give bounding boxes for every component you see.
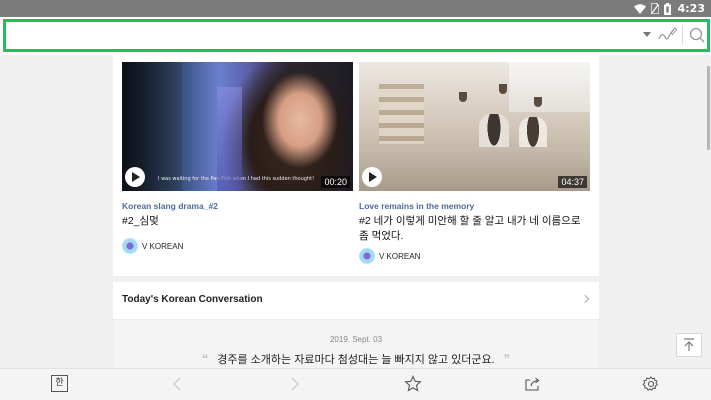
status-icons: 4:23 [633, 0, 705, 17]
play-icon[interactable] [362, 167, 382, 187]
video-title[interactable]: #2 네가 이렇게 미안해 할 줄 알고 내가 네 이름으로 좀 먹었다. [359, 214, 590, 244]
channel-logo-icon [359, 248, 375, 264]
battery-icon [663, 2, 671, 15]
video-duration: 04:37 [558, 176, 587, 188]
bottom-nav: 한 [0, 368, 711, 400]
arrow-up-icon [684, 338, 694, 351]
channel-info[interactable]: V KOREAN [122, 238, 353, 254]
video-item[interactable]: I was waiting for the Pan-Fish when I ha… [122, 62, 353, 254]
chevron-right-icon[interactable] [580, 294, 590, 304]
search-box[interactable] [3, 19, 710, 52]
video-thumbnail[interactable]: 04:37 [359, 62, 590, 191]
video-duration: 00:20 [321, 176, 350, 188]
search-separator [682, 26, 683, 45]
status-bar: 4:23 [0, 0, 711, 17]
settings-icon[interactable] [642, 375, 660, 393]
star-icon[interactable] [404, 375, 422, 393]
channel-logo-icon [122, 238, 138, 254]
close-quote-icon: ❞ [503, 352, 511, 366]
channel-name: V KOREAN [142, 241, 184, 251]
back-to-top-button[interactable] [676, 333, 702, 357]
channel-name: V KOREAN [379, 251, 421, 261]
search-icon[interactable] [687, 25, 707, 45]
forward-icon[interactable] [286, 375, 304, 393]
status-time: 4:23 [677, 2, 705, 15]
video-thumbnail[interactable]: I was waiting for the Pan-Fish when I ha… [122, 62, 353, 191]
play-icon[interactable] [125, 167, 145, 187]
video-category[interactable]: Love remains in the memory [359, 201, 590, 211]
search-bar [0, 17, 711, 55]
conversation-sentence-row: ❝ 경주를 소개하는 자료마다 첨성대는 늘 빠지지 않고 있더군요. ❞ [113, 351, 599, 367]
video-card: I was waiting for the Pan-Fish when I ha… [113, 55, 599, 276]
search-input[interactable] [10, 24, 634, 48]
video-subtitle-caption: I was waiting for the Pan-Fish when I ha… [158, 176, 315, 182]
conversation-body[interactable]: 2019. Sept. 03 ❝ 경주를 소개하는 자료마다 첨성대는 늘 빠지지… [113, 320, 599, 368]
korean-keyboard-button[interactable]: 한 [51, 375, 68, 392]
conversation-title: Today's Korean Conversation [122, 294, 263, 305]
conversation-date: 2019. Sept. 03 [329, 335, 383, 344]
wifi-icon [633, 3, 646, 14]
conversation-sentence: 경주를 소개하는 자료마다 첨성대는 늘 빠지지 않고 있더군요. [217, 354, 495, 366]
conversation-card: Today's Korean Conversation 2019. Sept. … [113, 282, 599, 368]
open-quote-icon: ❝ [201, 352, 209, 366]
channel-info[interactable]: V KOREAN [359, 248, 590, 264]
back-icon[interactable] [168, 375, 186, 393]
video-item[interactable]: 04:37 Love remains in the memory #2 네가 이… [359, 62, 590, 264]
scrollbar-thumb[interactable] [707, 66, 710, 150]
dropdown-arrow-icon[interactable] [643, 32, 651, 37]
share-icon[interactable] [524, 375, 542, 393]
video-title[interactable]: #2_심멎 [122, 214, 353, 229]
video-category[interactable]: Korean slang drama_#2 [122, 201, 353, 211]
conversation-header[interactable]: Today's Korean Conversation [113, 282, 599, 320]
sim-icon [650, 3, 659, 14]
handwriting-icon[interactable] [656, 25, 678, 45]
